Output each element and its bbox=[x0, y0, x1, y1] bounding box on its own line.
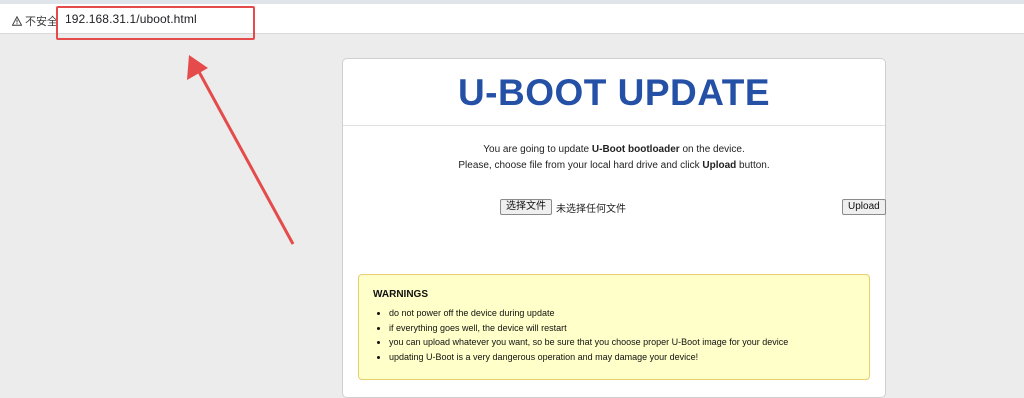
intro-line-2-text: Please, choose file from your local hard… bbox=[458, 160, 703, 171]
upload-form: 选择文件 未选择任何文件 Upload bbox=[500, 199, 886, 215]
security-indicator[interactable]: 不安全 bbox=[12, 13, 58, 29]
choose-file-button[interactable]: 选择文件 bbox=[500, 199, 552, 215]
upload-button[interactable]: Upload bbox=[842, 199, 886, 215]
intro-line-1-end: on the device. bbox=[679, 144, 745, 155]
warnings-list: do not power off the device during updat… bbox=[373, 306, 855, 364]
intro-line-2: Please, choose file from your local hard… bbox=[343, 158, 885, 174]
warning-item: if everything goes well, the device will… bbox=[389, 321, 855, 336]
warnings-box: WARNINGS do not power off the device dur… bbox=[358, 274, 870, 380]
warning-item: you can upload whatever you want, so be … bbox=[389, 335, 855, 350]
address-bar[interactable]: 不安全 192.168.31.1/uboot.html bbox=[0, 4, 1024, 34]
url-text[interactable]: 192.168.31.1/uboot.html bbox=[65, 12, 197, 26]
intro-text: You are going to update U-Boot bootloade… bbox=[343, 142, 885, 174]
file-status-text: 未选择任何文件 bbox=[556, 203, 626, 215]
intro-line-2-bold: Upload bbox=[702, 160, 737, 171]
warning-triangle-icon bbox=[12, 16, 22, 26]
intro-line-1-text: You are going to update bbox=[483, 144, 592, 155]
intro-line-2-end: button. bbox=[736, 160, 770, 171]
uboot-update-panel: U-BOOT UPDATE You are going to update U-… bbox=[342, 58, 886, 398]
page-title: U-BOOT UPDATE bbox=[457, 72, 771, 113]
panel-header: U-BOOT UPDATE bbox=[343, 59, 885, 126]
intro-line-1-bold: U-Boot bootloader bbox=[591, 144, 680, 155]
warning-item: do not power off the device during updat… bbox=[389, 306, 855, 321]
warnings-title: WARNINGS bbox=[373, 289, 428, 300]
warning-item: updating U-Boot is a very dangerous oper… bbox=[389, 350, 855, 365]
intro-line-1: You are going to update U-Boot bootloade… bbox=[343, 142, 885, 158]
security-label: 不安全 bbox=[25, 16, 58, 28]
